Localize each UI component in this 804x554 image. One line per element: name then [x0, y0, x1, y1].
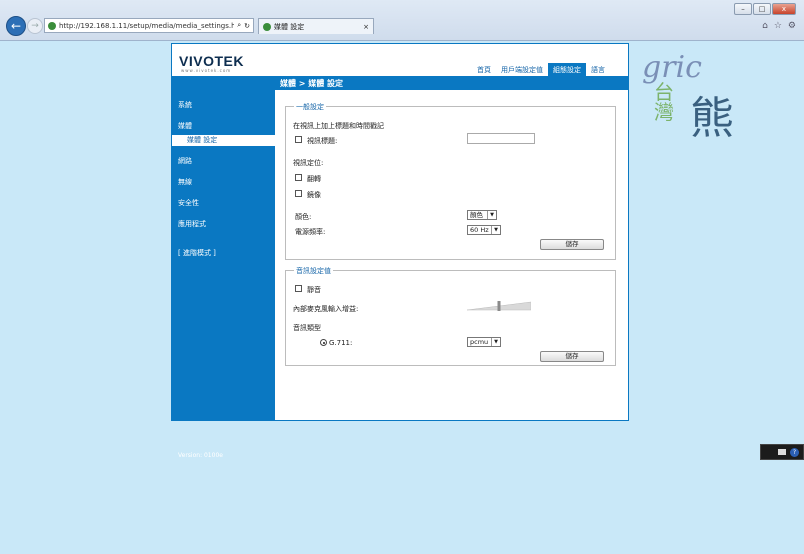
- tab-favicon-icon: [263, 22, 271, 31]
- chevron-down-icon: ▼: [491, 226, 500, 234]
- general-settings-legend: 一般設定: [294, 102, 326, 112]
- tab-close-icon[interactable]: ×: [363, 23, 369, 31]
- sidebar-subitem-media-settings[interactable]: 媒體 設定: [172, 135, 275, 146]
- power-frequency-select[interactable]: 60 Hz ▼: [467, 225, 501, 235]
- mic-gain-slider-handle[interactable]: [497, 301, 501, 311]
- tab-title: 媒體 設定: [274, 22, 305, 31]
- title-bar: [172, 76, 628, 90]
- chevron-down-icon: ▼: [491, 338, 500, 346]
- general-settings-group: 一般設定 在視訊上加上標題和時間戳記 視訊標題: 視訊定位: 翻轉 鏡像 顏色:…: [285, 102, 616, 260]
- search-icon[interactable]: ⌕: [237, 21, 241, 30]
- logo-area: VIVOTEK www.vivotek.com: [172, 44, 275, 76]
- sidebar-item-security[interactable]: 安全性: [178, 198, 199, 208]
- window-controls: – □ x: [734, 3, 796, 15]
- sidebar-item-network[interactable]: 網路: [178, 156, 192, 166]
- help-icon[interactable]: ?: [790, 447, 799, 457]
- audio-settings-group: 音訊設定值 靜音 內部麥克風輸入增益: 音訊類型 G.711: pcmu ▼ 儲存: [285, 266, 616, 366]
- gear-icon[interactable]: ⚙: [788, 21, 796, 31]
- close-window-button[interactable]: x: [772, 3, 796, 15]
- mirror-label: 鏡像: [307, 191, 321, 199]
- flip-checkbox[interactable]: [295, 174, 302, 181]
- watermark-char-wan: 灣: [654, 100, 674, 124]
- orientation-label: 視訊定位:: [293, 159, 324, 167]
- forward-button[interactable]: →: [27, 18, 43, 34]
- sidebar: 系統 媒體 媒體 設定 網路 無線 安全性 應用程式 [ 進階模式 ] Vers…: [172, 90, 275, 459]
- tray-popup: ?: [760, 444, 804, 460]
- sidebar-item-system[interactable]: 系統: [178, 100, 192, 110]
- home-icon[interactable]: ⌂: [762, 21, 768, 31]
- watermark-logo: gric 台 灣 熊: [630, 50, 750, 150]
- minimize-button[interactable]: –: [734, 3, 752, 15]
- audio-type-label: 音訊類型: [293, 324, 321, 332]
- nav-home[interactable]: 首頁: [472, 63, 496, 77]
- color-select-value: 顏色: [470, 210, 483, 219]
- vivotek-logo: VIVOTEK: [179, 53, 244, 69]
- sidebar-advanced-mode-link[interactable]: [ 進階模式 ]: [178, 248, 216, 258]
- nav-language[interactable]: 語言: [586, 63, 610, 77]
- firmware-version: Version: 0100e: [178, 452, 223, 459]
- camera-settings-page: VIVOTEK www.vivotek.com 首頁 用戶端設定值 組態設定 語…: [171, 43, 629, 459]
- mirror-checkbox[interactable]: [295, 190, 302, 197]
- nav-configuration[interactable]: 組態設定: [548, 63, 586, 77]
- url-text[interactable]: http://192.168.1.11/setup/media/media_se…: [59, 22, 234, 30]
- chevron-down-icon: ▼: [487, 211, 496, 219]
- mic-gain-slider[interactable]: [467, 301, 531, 311]
- mic-gain-label: 內部麥克風輸入增益:: [293, 305, 359, 313]
- color-select[interactable]: 顏色 ▼: [467, 210, 497, 220]
- codec-select-value: pcmu: [470, 337, 489, 346]
- video-title-label: 視訊標題:: [307, 137, 338, 145]
- site-favicon-icon: [48, 21, 56, 30]
- overlay-title-label: 在視訊上加上標題和時間戳記: [293, 122, 384, 130]
- power-frequency-label: 電源頻率:: [295, 228, 326, 236]
- mute-checkbox[interactable]: [295, 285, 302, 292]
- video-title-input[interactable]: [467, 133, 535, 144]
- back-button[interactable]: ←: [6, 16, 26, 36]
- sidebar-item-media[interactable]: 媒體: [178, 121, 192, 131]
- watermark-text-bear: 熊: [690, 93, 734, 144]
- refresh-icon[interactable]: ↻: [244, 22, 250, 30]
- color-label: 顏色:: [295, 213, 312, 221]
- watermark-char-tai: 台: [654, 80, 674, 104]
- arrow-left-icon: ←: [10, 19, 22, 33]
- flip-label: 翻轉: [307, 175, 321, 183]
- star-icon[interactable]: ☆: [774, 21, 782, 31]
- codec-select[interactable]: pcmu ▼: [467, 337, 501, 347]
- top-navigation: 首頁 用戶端設定值 組態設定 語言: [472, 63, 610, 77]
- breadcrumb: 媒體 > 媒體 設定: [280, 79, 344, 88]
- sidebar-item-applications[interactable]: 應用程式: [178, 219, 206, 229]
- browser-tools: ⌂ ☆ ⚙: [762, 21, 796, 31]
- arrow-right-icon: →: [31, 21, 39, 31]
- power-frequency-value: 60 Hz: [470, 225, 489, 234]
- general-save-button[interactable]: 儲存: [540, 239, 604, 250]
- mute-label: 靜音: [307, 286, 321, 294]
- tray-window-icon[interactable]: [778, 449, 786, 455]
- browser-tab[interactable]: 媒體 設定 ×: [258, 18, 374, 34]
- browser-toolbar: – □ x ← → http://192.168.1.11/setup/medi…: [0, 0, 804, 41]
- audio-save-button[interactable]: 儲存: [540, 351, 604, 362]
- video-title-checkbox[interactable]: [295, 136, 302, 143]
- maximize-button[interactable]: □: [753, 3, 771, 15]
- sidebar-item-wireless[interactable]: 無線: [178, 177, 192, 187]
- address-bar[interactable]: http://192.168.1.11/setup/media/media_se…: [44, 18, 254, 33]
- watermark-text-taiwan: 台 灣: [654, 82, 674, 122]
- g711-label: G.711:: [329, 339, 353, 347]
- logo-subtitle: www.vivotek.com: [181, 68, 232, 73]
- audio-settings-legend: 音訊設定值: [294, 266, 333, 276]
- nav-client-settings[interactable]: 用戶端設定值: [496, 63, 548, 77]
- g711-radio[interactable]: [320, 339, 327, 346]
